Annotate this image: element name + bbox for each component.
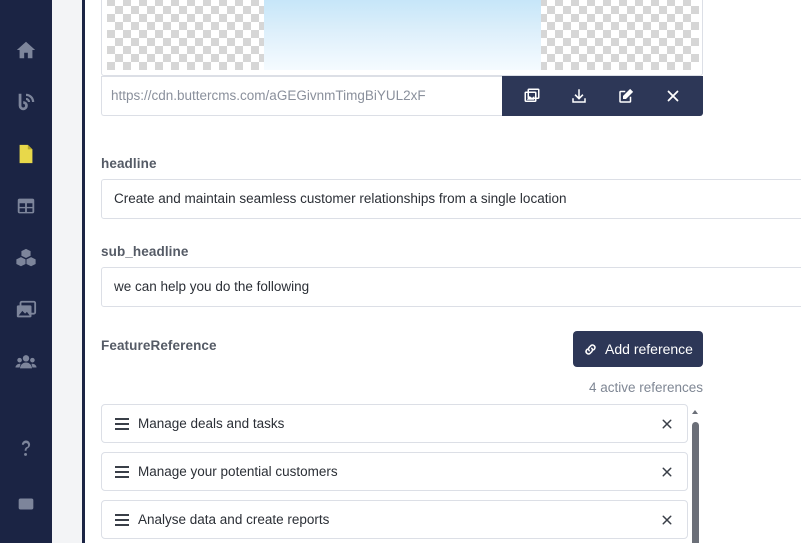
close-icon [662,467,672,476]
download-button[interactable] [564,81,594,111]
drag-handle-icon [115,417,129,430]
image-preview [101,0,703,76]
replace-image-button[interactable] [517,81,547,111]
close-icon [667,90,679,102]
image-url-input[interactable]: https://cdn.buttercms.com/aGEGivnmTimgBi… [101,76,502,116]
pages-icon[interactable] [14,142,38,166]
content-gutter [52,0,82,543]
reference-item-label: Manage your potential customers [138,464,338,479]
scroll-up-arrow-icon [692,410,698,414]
page-editor: https://cdn.buttercms.com/aGEGivnmTimgBi… [85,0,801,543]
sub-headline-input[interactable]: we can help you do the following [101,267,801,307]
reference-item[interactable]: Analyse data and create reports [101,500,688,539]
image-actions-bar [502,76,703,116]
reference-item-label: Analyse data and create reports [138,512,330,527]
sidebar-nav [0,0,52,543]
blog-icon[interactable] [14,90,38,114]
headline-input[interactable]: Create and maintain seamless customer re… [101,179,801,219]
edit-icon [619,88,634,103]
collections-icon[interactable] [14,194,38,218]
sub-headline-label: sub_headline [101,244,189,259]
add-reference-label: Add reference [605,341,693,357]
remove-reference-button[interactable] [659,416,675,432]
headline-label: headline [101,156,157,171]
image-thumbnail [264,0,541,70]
close-icon [662,515,672,524]
feature-reference-label: FeatureReference [101,338,217,353]
references-scrollbar[interactable] [691,408,699,543]
image-url-row: https://cdn.buttercms.com/aGEGivnmTimgBi… [101,76,703,116]
drag-handle-icon [115,465,129,478]
active-references-count: 4 active references [588,380,703,395]
link-icon [585,343,596,355]
remove-reference-button[interactable] [659,464,675,480]
reference-item-label: Manage deals and tasks [138,416,285,431]
help-icon[interactable] [14,436,38,460]
chat-icon[interactable] [14,492,38,516]
add-reference-button[interactable]: Add reference [573,331,703,367]
home-icon[interactable] [14,38,38,62]
media-icon[interactable] [14,298,38,322]
download-icon [572,89,586,103]
components-icon[interactable] [14,246,38,270]
users-icon[interactable] [14,350,38,374]
reference-item[interactable]: Manage your potential customers [101,452,688,491]
image-transparency-backdrop [107,0,699,70]
edit-image-button[interactable] [611,81,641,111]
reference-item[interactable]: Manage deals and tasks [101,404,688,443]
remove-reference-button[interactable] [659,512,675,528]
remove-image-button[interactable] [658,81,688,111]
close-icon [662,419,672,428]
drag-handle-icon [115,513,129,526]
scrollbar-thumb[interactable] [692,422,699,543]
replace-image-icon [524,88,540,102]
